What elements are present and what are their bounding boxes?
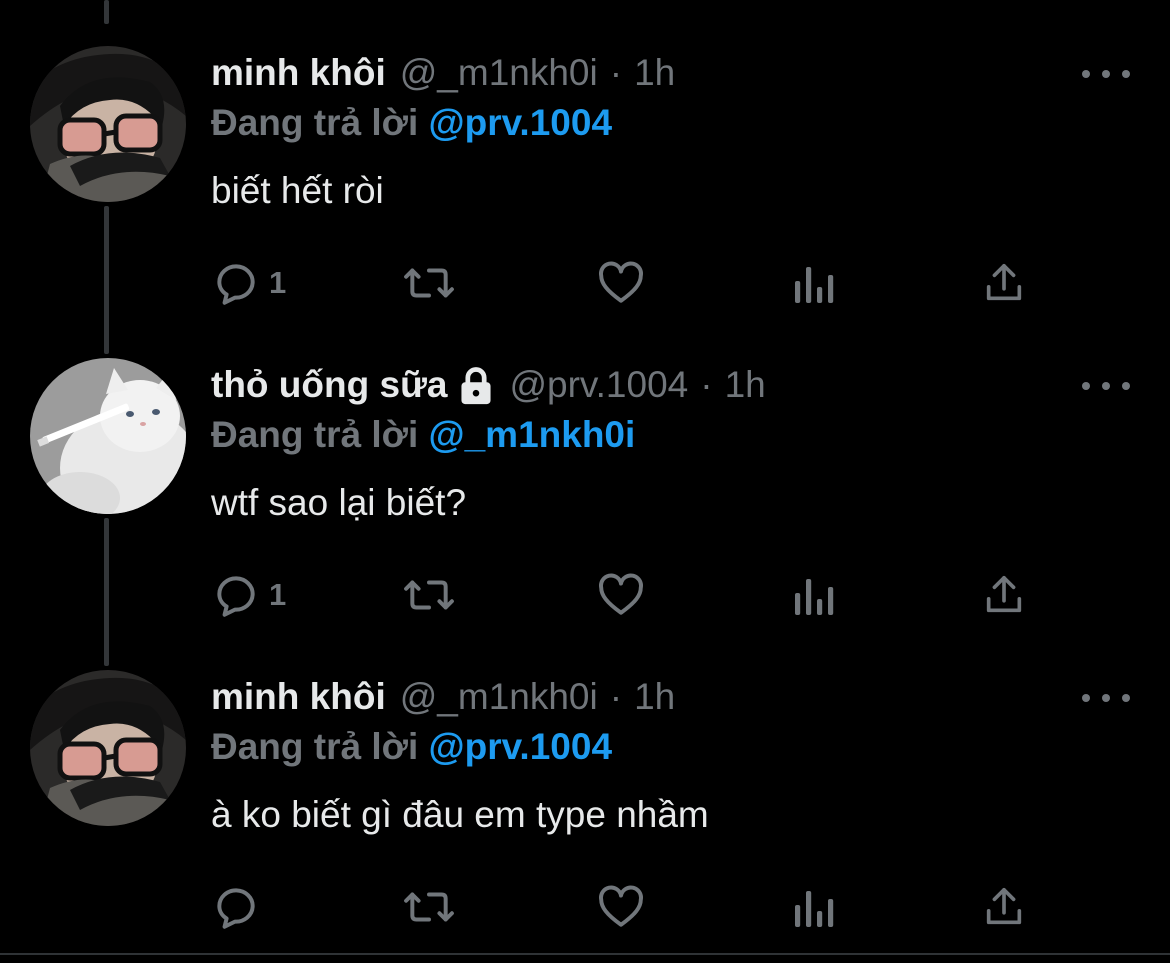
analytics-button[interactable] [791, 570, 835, 620]
retweet-button[interactable] [401, 882, 457, 932]
retweet-icon [404, 892, 454, 922]
analytics-icon [795, 579, 834, 615]
separator-dot: · [700, 364, 713, 405]
replying-to-label: Đang trả lời [211, 102, 419, 143]
tweet-header: thỏ uống sữa @prv.1004 · 1h [211, 362, 766, 408]
like-icon [599, 261, 643, 303]
tweet[interactable]: thỏ uống sữa @prv.1004 · 1h Đang trả lời… [0, 312, 1170, 624]
avatar[interactable] [30, 46, 186, 202]
display-name[interactable]: minh khôi [211, 676, 386, 718]
handle[interactable]: @_m1nkh0i [400, 52, 598, 94]
tweet-header: minh khôi @_m1nkh0i · 1h [211, 674, 675, 720]
like-icon [599, 573, 643, 615]
like-button[interactable] [596, 882, 646, 932]
retweet-button[interactable] [401, 570, 457, 620]
display-name[interactable]: minh khôi [211, 52, 386, 94]
retweet-icon [404, 268, 454, 298]
like-button[interactable] [596, 570, 646, 620]
like-icon [599, 885, 643, 927]
tweet-text: à ko biết gì đâu em type nhầm [211, 794, 709, 835]
reply-icon [217, 264, 255, 305]
reply-count: 1 [269, 577, 287, 612]
tweet-actions: 1 [211, 258, 1041, 308]
avatar[interactable] [30, 670, 186, 826]
avatar[interactable] [30, 358, 186, 514]
timestamp[interactable]: 1h [634, 52, 675, 94]
timestamp[interactable]: 1h [634, 676, 675, 718]
replying-to-handle[interactable]: @prv.1004 [429, 102, 613, 143]
reply-button[interactable]: 1 [211, 258, 286, 308]
reply-icon [217, 576, 255, 617]
replying-to-label: Đang trả lời [211, 726, 419, 767]
share-icon [986, 887, 1022, 925]
replying-to: Đang trả lời @_m1nkh0i [211, 414, 635, 456]
person-glasses-avatar-icon [30, 46, 186, 202]
reply-icon [217, 888, 255, 929]
separator-dot: · [609, 676, 623, 717]
analytics-icon [795, 267, 834, 303]
tweet[interactable]: minh khôi @_m1nkh0i · 1h Đang trả lời @p… [0, 624, 1170, 936]
tweet-header: minh khôi @_m1nkh0i · 1h [211, 50, 675, 96]
handle[interactable]: @_m1nkh0i [400, 676, 598, 718]
replying-to: Đang trả lời @prv.1004 [211, 102, 612, 144]
analytics-icon [795, 891, 834, 927]
reply-count: 1 [269, 265, 287, 300]
more-options-icon[interactable] [1082, 688, 1130, 708]
analytics-button[interactable] [791, 882, 835, 932]
share-button[interactable] [981, 258, 1027, 308]
replying-to: Đang trả lời @prv.1004 [211, 726, 612, 768]
tweet-text: wtf sao lại biết? [211, 482, 467, 523]
more-options-icon[interactable] [1082, 64, 1130, 84]
share-button[interactable] [981, 882, 1027, 932]
share-icon [986, 575, 1022, 613]
reply-button[interactable] [211, 882, 269, 932]
tweet-actions [211, 882, 1041, 932]
person-glasses-avatar-icon [30, 670, 186, 826]
share-icon [986, 263, 1022, 301]
reply-button[interactable]: 1 [211, 570, 286, 620]
retweet-button[interactable] [401, 258, 457, 308]
tweet-text: biết hết ròi [211, 170, 384, 211]
separator-dot: · [609, 52, 623, 93]
handle[interactable]: @prv.1004 [509, 364, 688, 406]
display-name[interactable]: thỏ uống sữa [211, 364, 447, 406]
retweet-icon [404, 580, 454, 610]
white-cat-avatar-icon [30, 358, 186, 514]
replying-to-handle[interactable]: @prv.1004 [429, 726, 613, 767]
tweet[interactable]: minh khôi @_m1nkh0i · 1h Đang trả lời @p… [0, 0, 1170, 312]
share-button[interactable] [981, 570, 1027, 620]
replying-to-label: Đang trả lời [211, 414, 419, 455]
replying-to-handle[interactable]: @_m1nkh0i [429, 414, 636, 455]
tweet-actions: 1 [211, 570, 1041, 620]
lock-icon [461, 367, 491, 405]
analytics-button[interactable] [791, 258, 835, 308]
like-button[interactable] [596, 258, 646, 308]
divider [0, 953, 1170, 955]
more-options-icon[interactable] [1082, 376, 1130, 396]
timestamp[interactable]: 1h [725, 364, 766, 406]
